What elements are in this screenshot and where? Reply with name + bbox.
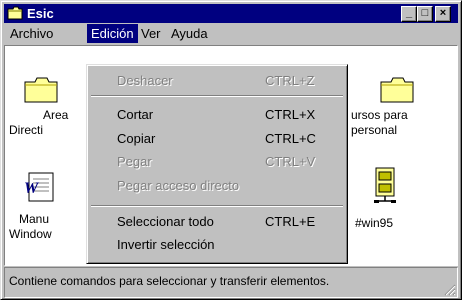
menu-ayuda-label: Ayuda	[171, 26, 208, 41]
document-label-line: Window	[9, 227, 52, 241]
menu-edicion[interactable]: Edición	[87, 24, 138, 43]
folder-label-line: Area	[43, 108, 69, 122]
document-label-line: Manu	[19, 212, 50, 226]
svg-text:W: W	[24, 180, 40, 197]
close-icon: ×	[439, 7, 447, 19]
folder-icon	[7, 6, 23, 20]
menu-item-invertir-seleccion[interactable]: Invertir selección	[90, 235, 344, 255]
document-icon[interactable]: W	[23, 171, 57, 203]
menu-separator	[91, 205, 343, 207]
menu-item-label: Deshacer	[117, 73, 173, 88]
menu-item-label: Invertir selección	[117, 237, 215, 252]
close-button[interactable]: ×	[435, 6, 451, 22]
maximize-button[interactable]: □	[417, 6, 433, 22]
menu-item-pegar-acceso-directo[interactable]: Pegar acceso directo	[90, 176, 344, 196]
window-title: Esic	[27, 6, 54, 21]
menu-item-shortcut: CTRL+V	[265, 154, 316, 169]
cabinet-label-win95[interactable]: #win95	[349, 216, 399, 231]
resize-grip-icon[interactable]	[444, 284, 456, 296]
menu-item-label: Pegar acceso directo	[117, 178, 240, 193]
folder-label-recursos[interactable]: ursos para personal	[351, 108, 431, 138]
menu-item-label: Seleccionar todo	[117, 214, 214, 229]
document-label-manual[interactable]: Manu Window	[9, 212, 69, 242]
status-bar: Contiene comandos para seleccionar y tra…	[4, 267, 458, 298]
folder-icon[interactable]	[23, 76, 59, 104]
folder-label-line: personal	[351, 123, 398, 137]
menu-item-pegar[interactable]: Pegar CTRL+V	[90, 152, 344, 172]
minimize-icon: _	[405, 7, 413, 19]
title-bar[interactable]: Esic _ □ ×	[4, 4, 458, 23]
menu-bar: Archivo Edición Ver Ayuda	[4, 24, 458, 43]
menu-item-copiar[interactable]: Copiar CTRL+C	[90, 129, 344, 149]
cabinet-label-line: #win95	[355, 216, 394, 230]
menu-item-shortcut: CTRL+X	[265, 107, 316, 122]
menu-archivo[interactable]: Archivo	[6, 24, 57, 43]
file-cabinet-icon[interactable]	[371, 166, 401, 206]
menu-ayuda[interactable]: Ayuda	[167, 24, 212, 43]
menu-item-seleccionar-todo[interactable]: Seleccionar todo CTRL+E	[90, 212, 344, 232]
menu-ver[interactable]: Ver	[137, 24, 165, 43]
menu-item-shortcut: CTRL+E	[265, 214, 316, 229]
menu-item-label: Copiar	[117, 131, 156, 146]
menu-item-deshacer[interactable]: Deshacer CTRL+Z	[90, 71, 344, 91]
maximize-icon: □	[421, 7, 429, 19]
edit-menu-dropdown: Deshacer CTRL+Z Cortar CTRL+X Copiar CTR…	[86, 64, 348, 264]
menu-archivo-label: Archivo	[10, 26, 54, 41]
menu-item-cortar[interactable]: Cortar CTRL+X	[90, 105, 344, 125]
menu-item-shortcut: CTRL+C	[265, 131, 316, 146]
explorer-window: Esic _ □ × Archivo Edición Ver Ayuda Are…	[0, 0, 462, 300]
folder-label-line: Directi	[9, 123, 44, 137]
folder-label-area[interactable]: Area Directi	[9, 108, 69, 138]
menu-edicion-label: Edición	[91, 26, 134, 41]
menu-item-label: Cortar	[117, 107, 154, 122]
minimize-button[interactable]: _	[401, 6, 417, 22]
menu-item-shortcut: CTRL+Z	[265, 73, 315, 88]
menu-ver-label: Ver	[141, 26, 161, 41]
menu-separator	[91, 95, 343, 97]
folder-label-line: ursos para	[351, 108, 408, 122]
menu-item-label: Pegar	[117, 154, 152, 169]
folder-icon[interactable]	[379, 76, 415, 104]
status-text: Contiene comandos para seleccionar y tra…	[9, 274, 330, 288]
